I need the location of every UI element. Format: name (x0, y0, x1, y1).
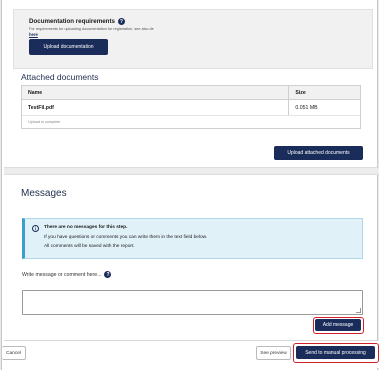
info-line-2: All comments will be saved with the repo… (44, 244, 135, 249)
documentation-here-link[interactable]: here (29, 32, 38, 37)
message-label-text: Write message or comment here... (22, 271, 102, 278)
file-name-cell: TestFil.pdf (28, 104, 54, 111)
info-line-1: If you have questions or comments you ca… (44, 235, 208, 240)
resize-handle-icon[interactable] (356, 308, 361, 313)
messages-heading: Messages (21, 188, 67, 199)
documentation-requirements-card: Documentation requirements ? For require… (13, 9, 373, 69)
see-preview-button[interactable]: See preview (256, 346, 291, 360)
upload-documentation-button[interactable]: Upload documentation (29, 39, 108, 55)
add-message-highlight: Add message (313, 317, 364, 334)
add-message-button[interactable]: Add message (315, 319, 361, 331)
file-size-cell: 0.051 MB (288, 100, 360, 115)
table-header: Name Size (22, 86, 360, 100)
question-circle-icon[interactable]: ? (117, 18, 125, 25)
upload-status-note: Upload is complete (28, 120, 61, 124)
report-panel: Documentation requirements ? For require… (1, 0, 379, 370)
question-circle-icon[interactable]: ? (104, 271, 112, 278)
column-header-size: Size (288, 86, 360, 99)
attached-documents-table: Name Size TestFil.pdf 0.051 MB Upload is… (21, 85, 361, 129)
documentation-title-text: Documentation requirements (29, 18, 115, 25)
message-input-label: Write message or comment here... ? (22, 271, 112, 278)
send-highlight: Send to manual processing (293, 343, 379, 363)
footer-bar: Cancel See preview Send to manual proces… (2, 340, 379, 368)
cancel-button[interactable]: Cancel (2, 346, 26, 360)
column-header-name: Name (28, 89, 43, 96)
documentation-description: For requirements for uploading documenta… (29, 27, 154, 31)
documentation-requirements-title: Documentation requirements ? (29, 18, 125, 25)
info-circle-icon: i (32, 225, 39, 232)
table-row[interactable]: TestFil.pdf 0.051 MB (22, 100, 360, 116)
send-to-manual-processing-button[interactable]: Send to manual processing (296, 346, 375, 359)
upload-attached-documents-button[interactable]: Upload attached documents (274, 146, 363, 160)
section-divider (4, 167, 379, 175)
no-messages-info-box: i There are no messages for this step. I… (22, 218, 363, 259)
attached-documents-heading: Attached documents (21, 72, 99, 82)
info-title: There are no messages for this step. (44, 225, 128, 230)
message-textarea[interactable] (22, 290, 363, 315)
